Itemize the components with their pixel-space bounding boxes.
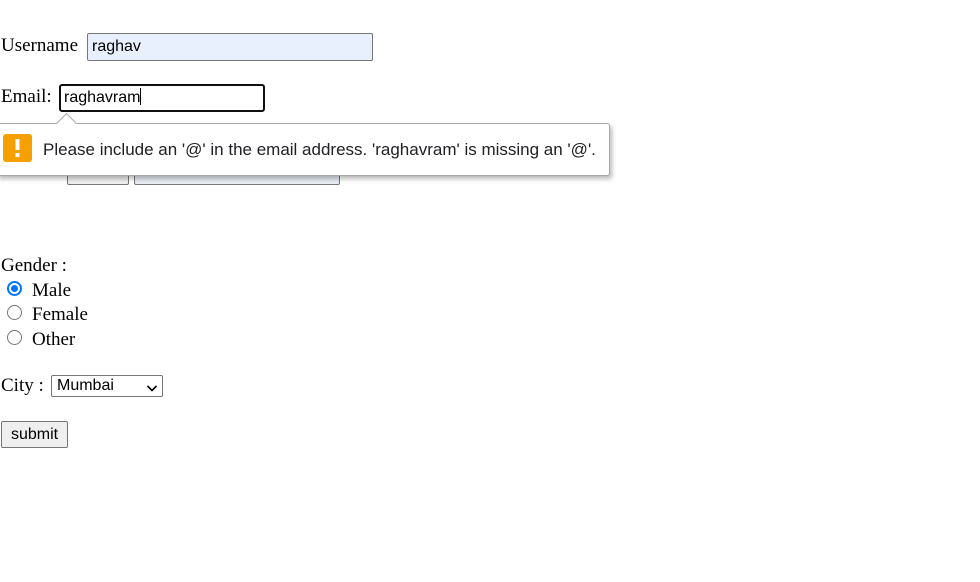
tooltip-arrow (55, 112, 78, 135)
radio-other[interactable] (7, 330, 22, 345)
username-label: Username (1, 35, 79, 56)
email-value: raghavram (64, 89, 141, 106)
city-selected-value: Mumbai (57, 377, 114, 394)
city-label: City : (1, 375, 44, 396)
radio-female[interactable] (7, 305, 22, 320)
chevron-down-icon (146, 380, 158, 392)
gender-label: Gender : (1, 255, 67, 276)
radio-male[interactable] (7, 281, 22, 296)
submit-button[interactable]: submit (1, 421, 69, 448)
email-input[interactable]: raghavram (59, 84, 265, 112)
radio-label-other: Other (32, 329, 76, 350)
city-select[interactable]: Mumbai (51, 375, 163, 397)
radio-label-male: Male (32, 280, 72, 301)
email-label: Email: (1, 86, 52, 107)
validation-message: Please include an '@' in the email addre… (43, 140, 596, 159)
radio-label-female: Female (32, 304, 88, 325)
username-value: raghav (92, 38, 141, 55)
text-caret (140, 88, 142, 105)
username-input[interactable]: raghav (87, 33, 373, 61)
validation-tooltip: Please include an '@' in the email addre… (0, 112, 610, 176)
exclamation-icon (3, 134, 32, 162)
